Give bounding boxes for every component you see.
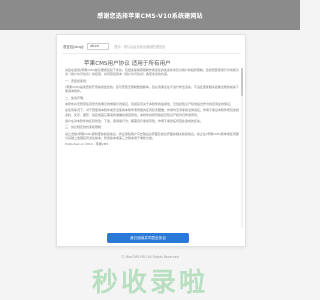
agreement-paragraph: 请您在使用(苹果CMS)前仔细阅读如下条款。包括免除或者限制作者责任的免责条款及… [65, 68, 239, 77]
agreement-paragraph: 在任何情况下，对于因使用本软件或无法使用本软件而导致的任何损害赔偿，作者均无须承… [65, 108, 240, 117]
agreement-text-area[interactable]: 请您在使用(苹果CMS)前仔细阅读如下条款。包括免除或者限制作者责任的免责条款及… [65, 68, 241, 228]
agreement-paragraph: 二、免责声明： [65, 95, 87, 100]
agree-button[interactable]: 我已阅读并同意此协议 [107, 233, 189, 243]
agreement-paragraph: 一、安装和使用： [65, 78, 90, 83]
agreement-paragraph: 禁止去除(苹果CMS)源码里的版权信息，商业授权用户可去除后台界面及前台界面的相… [65, 131, 239, 140]
language-label: 语言包[lang]: [63, 44, 85, 49]
agreement-paragraph: 三、协议规定的约束和限制： [65, 125, 105, 130]
agreement-title: 苹果CMS用户协议 适用于所有用户 [84, 61, 171, 67]
agreement-paragraph: 本软件并无附带任何形式的明示的或暗示的保证，包括任何关于本软件的适用性，无侵犯知… [65, 101, 234, 106]
page-header: 感谢您选择苹果CMS-V10系统建网站 [0, 0, 300, 30]
install-agreement-card: 语言包[lang]: zh-cn 提示：默认后台及前台使用的语言包 苹果CMS用… [56, 34, 246, 247]
scrollbar-thumb[interactable] [241, 68, 243, 96]
footer-copyright: © MacCMS.PRO All Rights Reserved [121, 255, 179, 259]
language-row: 语言包[lang]: zh-cn 提示：默认后台及前台使用的语言包 [63, 41, 241, 51]
agreement-paragraph: (苹果CMS)是免费和开源提供给您的，您可安装无限制数量副本。您必须保证在不进行… [65, 84, 239, 94]
watermark-text: 秒收录啦 [91, 268, 208, 298]
agreement-paragraph: 用户在对本软件的任何修改、下载、使用等行为，都需自行承担风险，作者不承担任何因此… [65, 118, 204, 123]
agreement-scrollbar[interactable] [241, 68, 243, 228]
divider [63, 53, 241, 54]
language-hint: 提示：默认后台及前台使用的语言包 [114, 44, 166, 49]
language-select[interactable]: zh-cn [87, 42, 110, 50]
agreement-paragraph: Published on 2019 - 苹果CMS [65, 142, 109, 147]
language-selected-value: zh-cn [90, 44, 99, 48]
page-title: 感谢您选择苹果CMS-V10系统建网站 [97, 12, 203, 20]
